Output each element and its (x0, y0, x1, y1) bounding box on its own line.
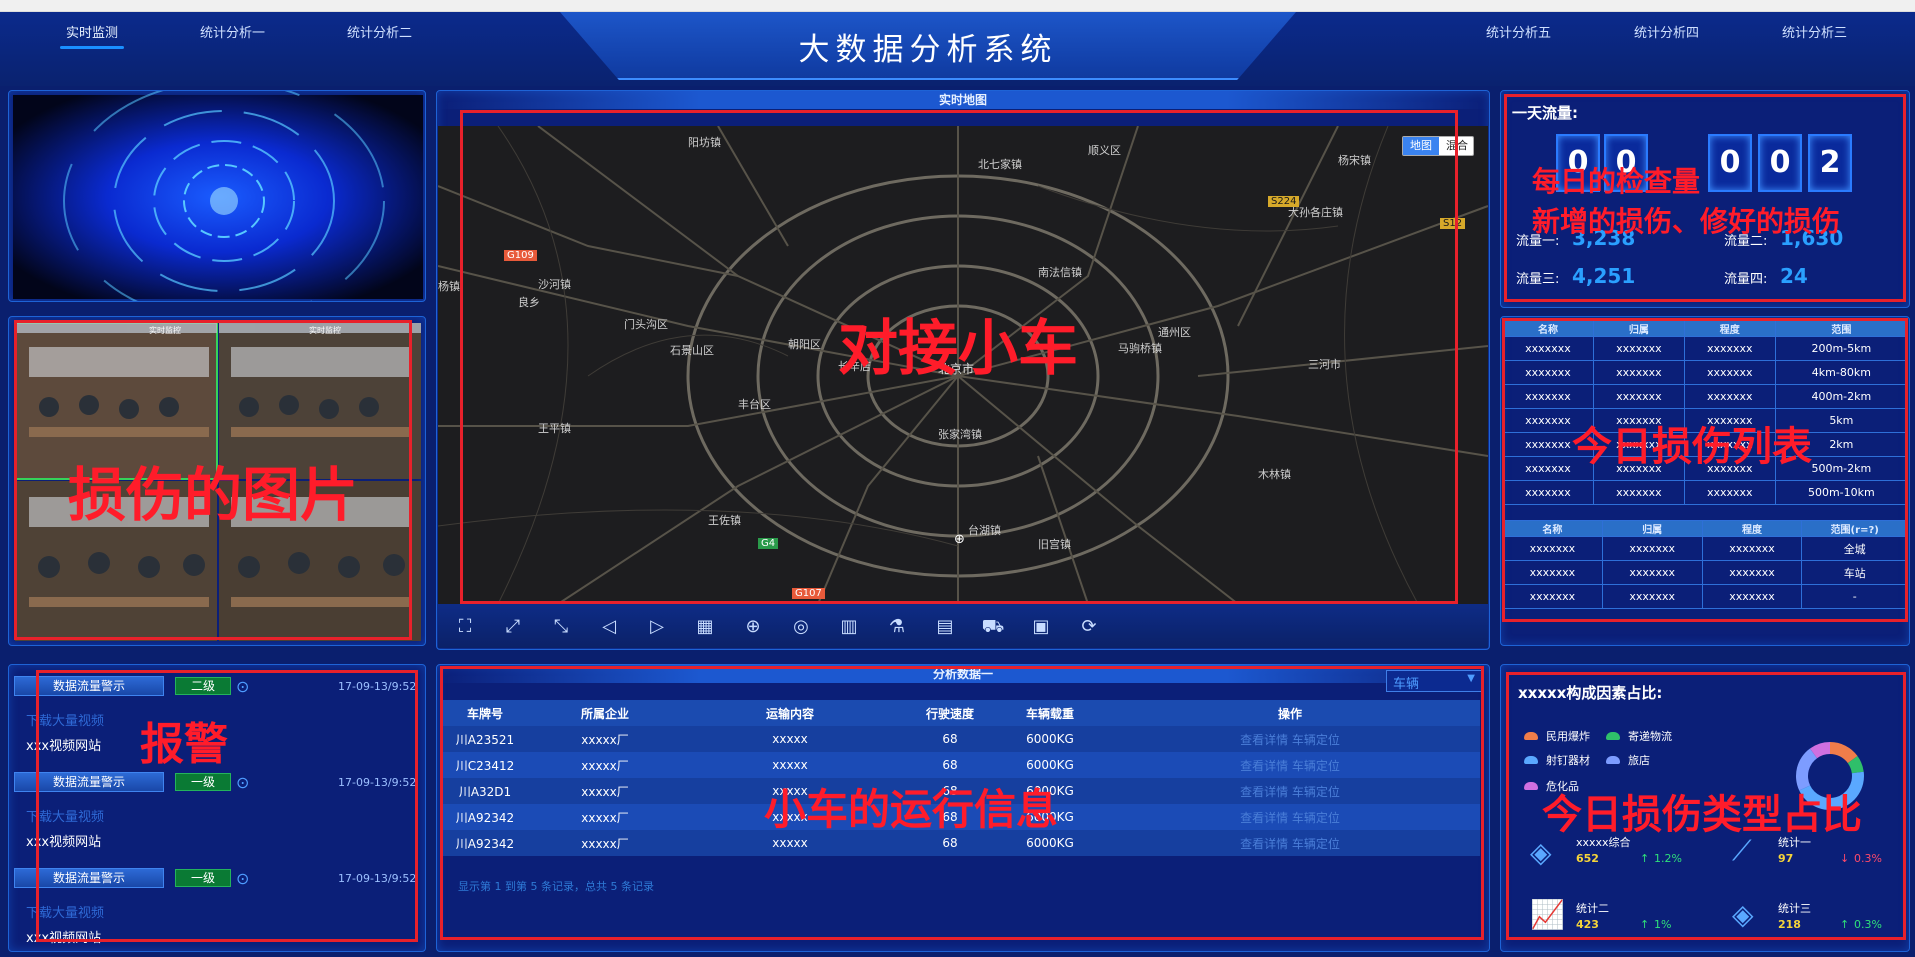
nav-tab-stats-2[interactable]: 统计分析二 (347, 22, 412, 41)
damage-annotation-label: 今日损伤列表 (1572, 424, 1812, 470)
prev-icon[interactable]: ◁ (596, 614, 622, 640)
browser-bookmark-strip (0, 0, 1915, 12)
gamepad-icon[interactable]: ◎ (788, 614, 814, 640)
nav-tab-stats-1[interactable]: 统计分析一 (200, 22, 265, 41)
map-annotation-label: 对接小车 (838, 314, 1078, 384)
video-panel (8, 90, 426, 302)
nav-tab-stats-4[interactable]: 统计分析四 (1634, 22, 1699, 41)
globe-icon[interactable]: ⊕ (740, 614, 766, 640)
refresh-icon[interactable]: ⟳ (1076, 614, 1102, 640)
nav-tab-realtime[interactable]: 实时监测 (59, 22, 125, 49)
page-title: 大数据分析系统 (798, 32, 1058, 68)
chart-building-icon[interactable]: ▤ (932, 614, 958, 640)
next-icon[interactable]: ▷ (644, 614, 670, 640)
map-layer-icon[interactable]: ▦ (692, 614, 718, 640)
truck-icon[interactable]: ⛟ (980, 614, 1006, 640)
flask-icon[interactable]: ⚗ (884, 614, 910, 640)
alarm-annotation-label: 报警 (140, 719, 228, 770)
building-icon[interactable]: ▥ (836, 614, 862, 640)
map-toolbar: ⛶ ⤢ ⤡ ◁ ▷ ▦ ⊕ ◎ ▥ ⚗ ▤ ⛟ ▣ ⟳ (438, 604, 1488, 648)
flow-annotation-line1: 每日的检查量 (1532, 165, 1701, 198)
map-panel-title: 实时地图 (437, 91, 1489, 109)
photo-annotation-label: 损伤的图片 (68, 461, 359, 529)
shrink-icon[interactable]: ⤡ (548, 614, 574, 640)
analysis-annotation-label: 小车的运行信息 (764, 785, 1059, 834)
nav-tab-stats-5[interactable]: 统计分析五 (1486, 22, 1551, 41)
map-place-label: 杨镇 (438, 280, 460, 293)
browser-search-icon[interactable]: ▣ (1028, 614, 1054, 640)
tunnel-visual (13, 91, 423, 301)
nav-tab-stats-3[interactable]: 统计分析三 (1782, 22, 1847, 41)
ratio-annotation-label: 今日损伤类型占比 (1542, 792, 1862, 838)
flow-annotation-line2: 新增的损伤、修好的损伤 (1532, 205, 1841, 238)
select-frame-icon[interactable]: ⛶ (452, 614, 478, 640)
fullscreen-icon[interactable]: ⤢ (500, 614, 526, 640)
